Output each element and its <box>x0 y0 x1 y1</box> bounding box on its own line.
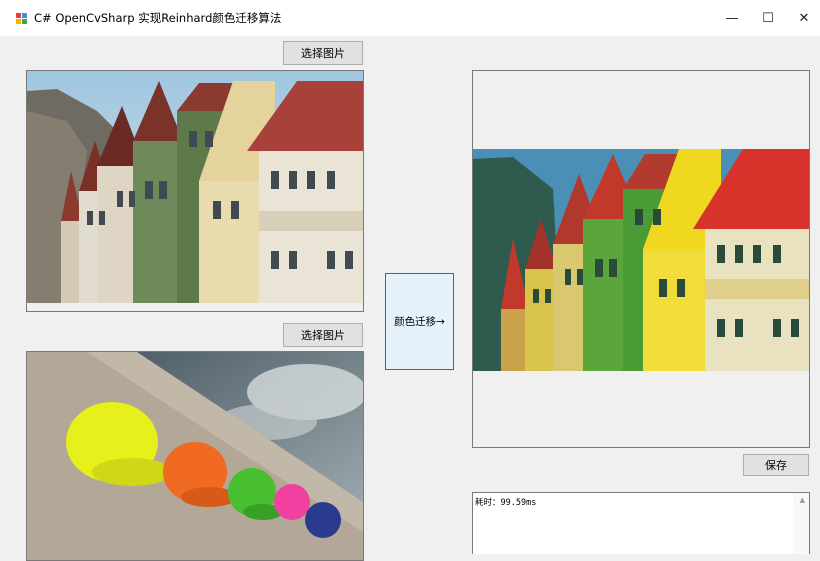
source-image-box <box>26 70 364 312</box>
window-title: C# OpenCvSharp 实现Reinhard颜色迁移算法 <box>34 11 282 25</box>
result-image-box <box>472 70 810 448</box>
log-textbox[interactable]: 耗时：99.59ms ▲ <box>472 492 810 554</box>
chevron-up-icon[interactable]: ▲ <box>800 496 805 504</box>
select-source-image-button[interactable]: 选择图片 <box>283 41 363 65</box>
source-image <box>27 71 363 311</box>
result-image <box>473 149 809 371</box>
target-image <box>27 352 363 560</box>
app-icon <box>16 13 27 24</box>
title-bar: C# OpenCvSharp 实现Reinhard颜色迁移算法 — ☐ ✕ <box>0 0 820 36</box>
save-button[interactable]: 保存 <box>743 454 809 476</box>
maximize-button[interactable]: ☐ <box>750 4 786 32</box>
select-target-image-button[interactable]: 选择图片 <box>283 323 363 347</box>
elapsed-time-text: 耗时：99.59ms <box>475 498 537 508</box>
log-scrollbar[interactable]: ▲ <box>793 493 809 554</box>
minimize-button[interactable]: — <box>714 4 750 32</box>
color-transfer-button[interactable]: 颜色迁移→ <box>385 273 454 370</box>
target-image-box <box>26 351 364 561</box>
close-button[interactable]: ✕ <box>786 4 820 32</box>
